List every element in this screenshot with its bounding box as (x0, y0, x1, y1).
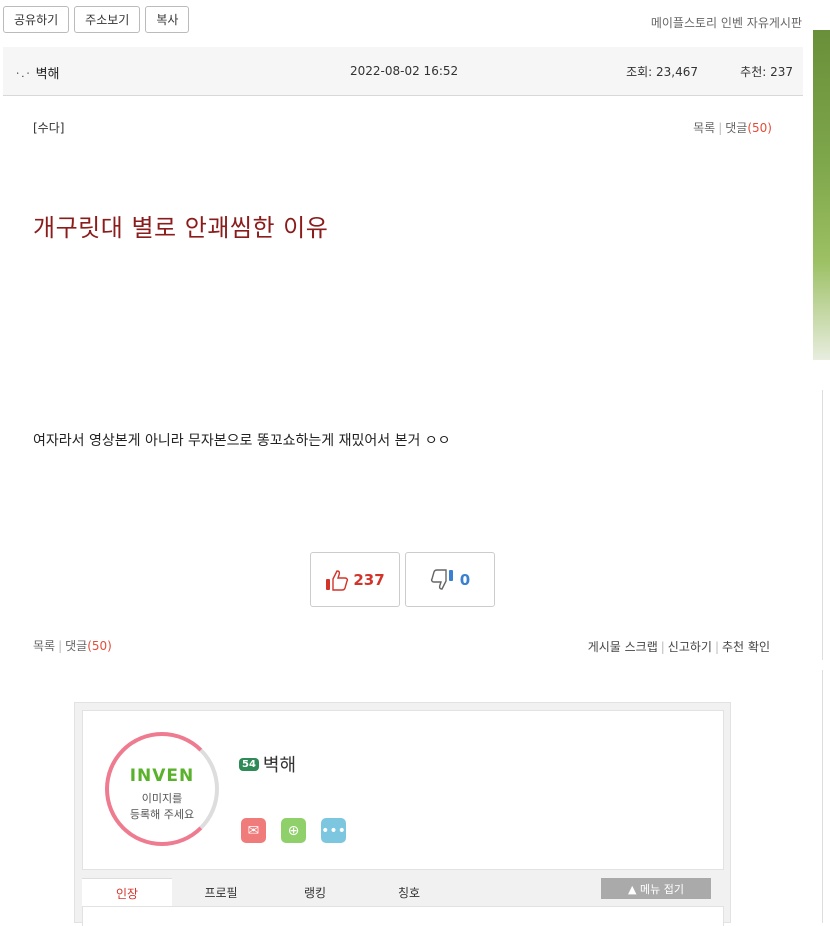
post-meta-links: 목록 | 댓글(50) (693, 121, 772, 135)
profile-name[interactable]: 54 벽해 (239, 751, 296, 777)
copy-button[interactable]: 복사 (145, 6, 190, 33)
downvote-button[interactable]: 0 (405, 552, 495, 607)
post-date: 2022-08-02 16:52 (350, 64, 459, 78)
post-actions: 게시물 스크랩 | 신고하기 | 추천 확인 (587, 640, 770, 654)
recommend-count: 추천: 237 (740, 65, 793, 79)
tab-ranking[interactable]: 랭킹 (270, 878, 360, 906)
profile-icons: ✉ ⊕ ••• (241, 818, 346, 843)
side-panel-border (822, 390, 830, 660)
tab-seal[interactable]: 인장 (82, 878, 172, 907)
post-category: [수다] (33, 121, 65, 135)
post-info-bar: ㆍ.ㆍ 벽해 2022-08-02 16:52 조회: 23,467 추천: 2… (3, 47, 803, 96)
downvote-count: 0 (459, 570, 471, 589)
more-icon[interactable]: ••• (321, 818, 346, 843)
board-name-link[interactable]: 메이플스토리 인벤 자유게시판 (651, 14, 802, 31)
author-emoticon-icon: ㆍ.ㆍ (13, 69, 33, 80)
report-link[interactable]: 신고하기 (668, 640, 712, 654)
comments-count-bottom: (50) (87, 639, 112, 653)
level-badge-icon: 54 (239, 757, 259, 771)
side-panel-border-2 (822, 670, 830, 923)
top-toolbar: 공유하기 주소보기 복사 (3, 6, 190, 33)
profile-card: INVEN 이미지를 등록해 주세요 54 벽해 ✉ ⊕ ••• (82, 710, 724, 870)
post-title: 개구릿대 별로 안괘씸한 이유 (33, 214, 329, 242)
list-link-bottom[interactable]: 목록 (33, 639, 55, 653)
mail-icon[interactable]: ✉ (241, 818, 266, 843)
thumbs-up-icon (326, 569, 349, 591)
placeholder-text: 이미지를 등록해 주세요 (129, 792, 195, 821)
address-button[interactable]: 주소보기 (74, 6, 141, 33)
inven-logo: INVEN (129, 766, 195, 786)
post-meta-links-bottom: 목록 | 댓글(50) (33, 639, 112, 653)
upvote-count: 237 (353, 570, 385, 589)
fold-menu-button[interactable]: ▲ 메뉴 접기 (601, 878, 711, 899)
side-banner-image (813, 30, 830, 360)
profile-tabs: 인장 프로필 랭킹 칭호 ▲ 메뉴 접기 (82, 876, 724, 907)
comments-link[interactable]: 댓글 (725, 121, 747, 135)
upvote-button[interactable]: 237 (310, 552, 400, 607)
share-button[interactable]: 공유하기 (3, 6, 70, 33)
tab-title[interactable]: 칭호 (364, 878, 454, 906)
author[interactable]: ㆍ.ㆍ 벽해 (13, 63, 60, 82)
profile-image-placeholder: INVEN 이미지를 등록해 주세요 (105, 732, 219, 846)
view-count: 조회: 23,467 (626, 65, 698, 79)
comments-count: (50) (747, 121, 772, 135)
scrap-link[interactable]: 게시물 스크랩 (588, 640, 658, 654)
comments-link-bottom[interactable]: 댓글 (65, 639, 87, 653)
tab-profile[interactable]: 프로필 (176, 878, 266, 906)
list-link[interactable]: 목록 (693, 121, 715, 135)
tab-panel (82, 906, 724, 926)
author-profile-box: INVEN 이미지를 등록해 주세요 54 벽해 ✉ ⊕ ••• 인장 프로필 … (74, 702, 731, 926)
add-friend-icon[interactable]: ⊕ (281, 818, 306, 843)
recommend-check-link[interactable]: 추천 확인 (722, 640, 770, 654)
thumbs-down-icon (430, 568, 453, 590)
post-body: 여자라서 영상본게 아니라 무자본으로 똥꼬쇼하는게 재밌어서 본거 ㅇㅇ (33, 433, 451, 449)
profile-name-text[interactable]: 벽해 (263, 751, 296, 777)
author-name[interactable]: 벽해 (36, 63, 60, 82)
